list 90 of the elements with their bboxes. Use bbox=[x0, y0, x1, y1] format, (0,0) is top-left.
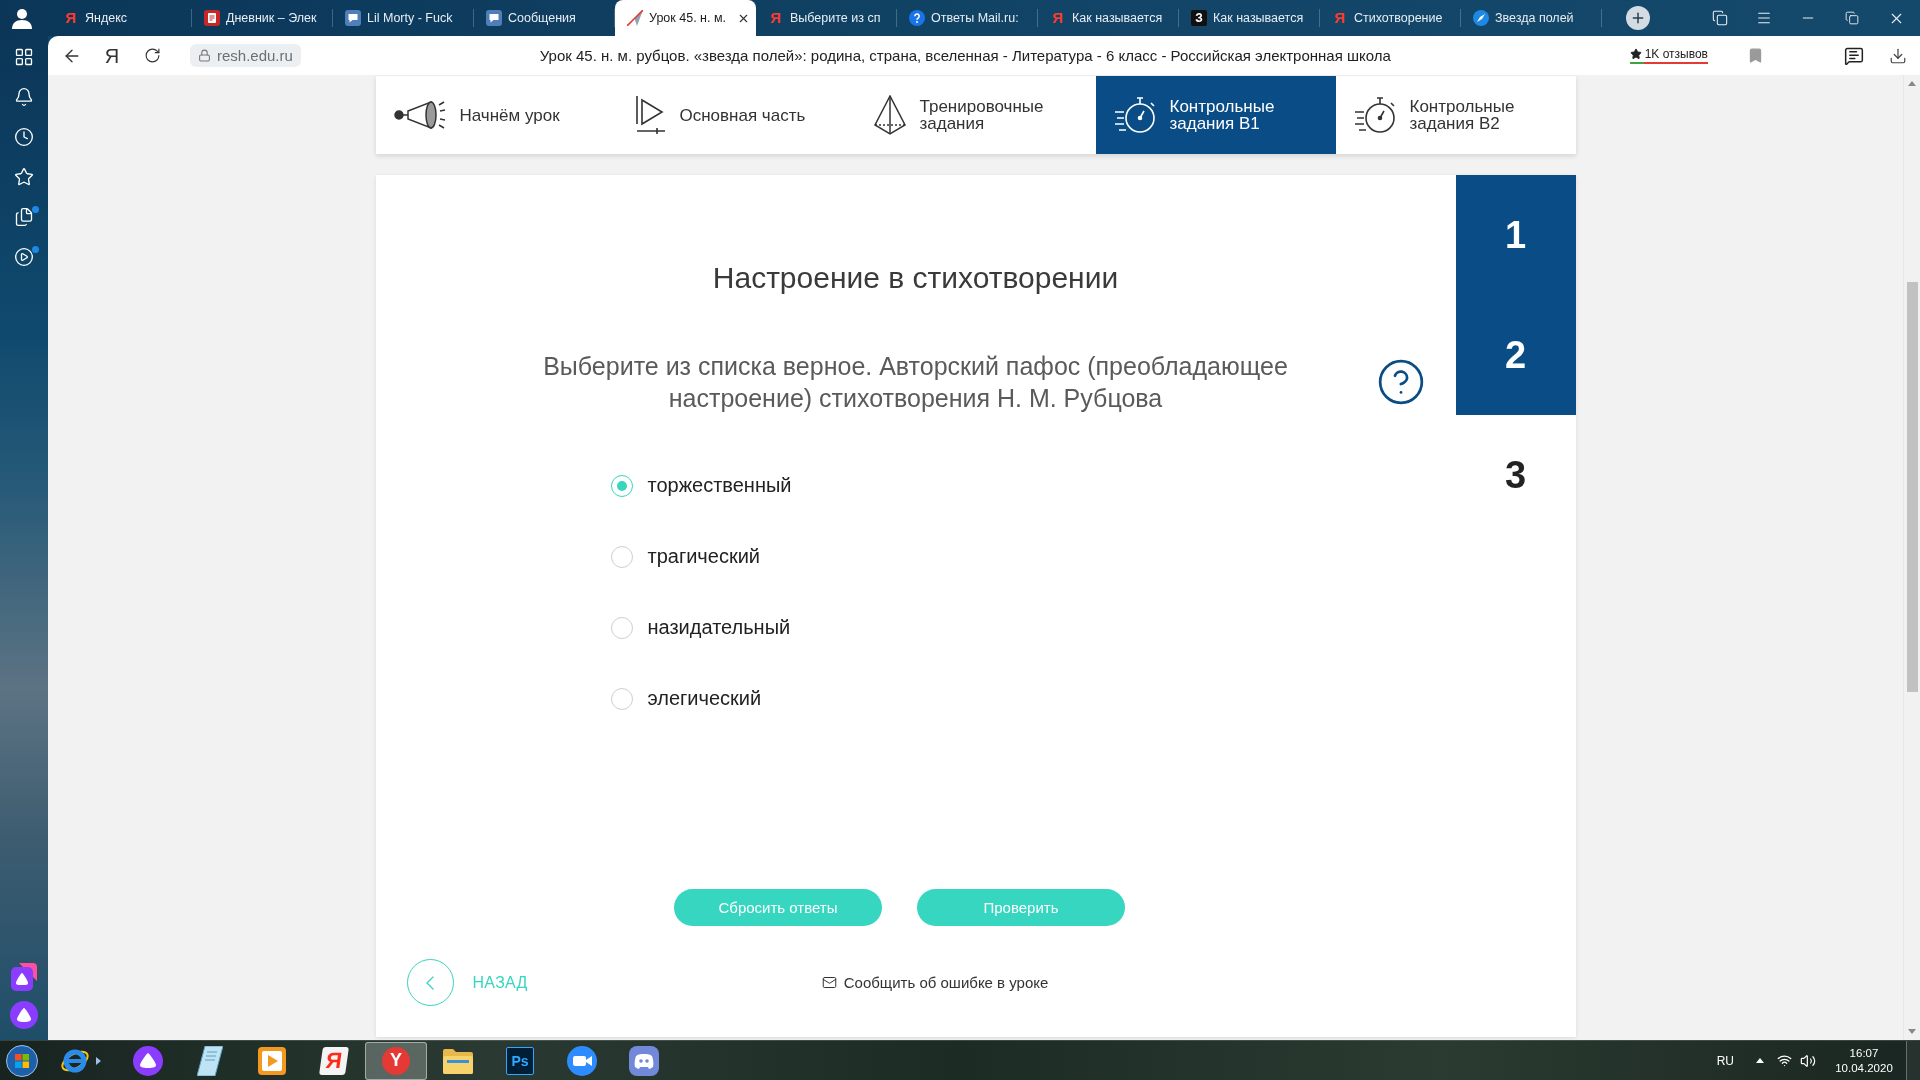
option-label: торжественный bbox=[647, 474, 792, 497]
favicon-letter: Я bbox=[64, 10, 78, 26]
browser-tab[interactable]: Сообщения bbox=[474, 0, 615, 36]
restore-icon[interactable] bbox=[1845, 11, 1859, 25]
lesson-tab[interactable]: Контрольные задания В2 bbox=[1335, 76, 1576, 154]
speech-bubble-icon[interactable] bbox=[1844, 45, 1864, 66]
new-tab-button[interactable] bbox=[1626, 6, 1650, 30]
favicon-letter: Я bbox=[1051, 10, 1065, 26]
controller-face-icon bbox=[629, 1045, 659, 1076]
browser-tab[interactable]: Я Выберите из сп bbox=[756, 0, 897, 36]
lesson-tab[interactable]: Основная часть bbox=[615, 76, 856, 154]
task-number-tab[interactable]: 1 bbox=[1455, 175, 1576, 295]
lock-icon bbox=[198, 49, 211, 62]
play-screen-icon bbox=[633, 95, 666, 135]
browser-tab[interactable]: Ответы Mail.ru: bbox=[897, 0, 1038, 36]
favicon-letter: Я bbox=[769, 10, 783, 26]
bell-icon[interactable] bbox=[14, 87, 34, 107]
address-field[interactable]: resh.edu.ru bbox=[190, 44, 301, 67]
taskbar-button[interactable]: Ps bbox=[489, 1041, 551, 1080]
language-indicator[interactable]: RU bbox=[1716, 1053, 1734, 1068]
radio-button[interactable] bbox=[610, 474, 633, 497]
question-text: Выберите из списка верное. Авторский пафос (преобладающее настроение) стихотворения Н. М. Рубцова bbox=[542, 351, 1289, 414]
task-number-tab[interactable]: 2 bbox=[1455, 295, 1576, 415]
lesson-tab[interactable]: Контрольные задания В1 bbox=[1095, 76, 1336, 154]
app-logo: Ps bbox=[506, 1046, 534, 1075]
question-circle-icon bbox=[909, 10, 925, 26]
lesson-tab[interactable]: Начнём урок bbox=[375, 76, 616, 154]
browser-tab[interactable]: Урок 45. н. м. bbox=[615, 0, 756, 36]
stopwatch-icon bbox=[1113, 95, 1156, 135]
taskbar-button[interactable]: Y bbox=[365, 1041, 427, 1080]
app-logo: Я bbox=[319, 1046, 349, 1075]
menu-icon[interactable] bbox=[1756, 10, 1772, 26]
triangle-tile-icon[interactable] bbox=[11, 963, 37, 991]
stacked-pages-icon[interactable] bbox=[1712, 10, 1728, 26]
apps-grid-icon[interactable] bbox=[14, 47, 34, 67]
profile-avatar-icon[interactable] bbox=[11, 7, 33, 29]
tablet-icon bbox=[197, 1045, 223, 1076]
scrollbar-thumb[interactable] bbox=[1906, 282, 1918, 692]
cards-icon[interactable] bbox=[14, 207, 34, 227]
plus-icon bbox=[1630, 10, 1646, 26]
document-icon bbox=[204, 10, 220, 26]
scroll-up-icon[interactable] bbox=[1908, 81, 1916, 86]
favicon-letter: Я bbox=[1333, 10, 1347, 26]
chat-bubble-icon bbox=[345, 10, 361, 26]
radio-button[interactable] bbox=[610, 687, 633, 710]
browser-tab[interactable]: Lil Morty - Fuck bbox=[333, 0, 474, 36]
app-logo: Y bbox=[382, 1046, 410, 1075]
folder-icon bbox=[443, 1047, 473, 1074]
tray-expand-icon[interactable] bbox=[1756, 1058, 1764, 1063]
download-icon[interactable] bbox=[1889, 46, 1907, 65]
page-title: Урок 45. н. м. рубцов. «звезда полей»: родина, страна, вселенная - Литература - 6 класс - Российская электронная школа bbox=[538, 47, 1392, 64]
browser-tab[interactable]: Дневник – Элек bbox=[192, 0, 333, 36]
clock[interactable]: 16:07 10.04.2020 bbox=[1828, 1045, 1900, 1076]
compass-icon bbox=[1473, 10, 1489, 26]
network-icon[interactable] bbox=[1776, 1053, 1792, 1068]
play-circle-icon[interactable] bbox=[14, 247, 34, 267]
triangle-circle-icon bbox=[133, 1045, 163, 1076]
option-label: трагический bbox=[647, 545, 760, 568]
browser-tab[interactable]: Я Как называется bbox=[1038, 0, 1179, 36]
logo-button[interactable]: Я bbox=[104, 43, 120, 68]
favicon-letter: З bbox=[1191, 10, 1207, 26]
paper-plane-icon bbox=[627, 10, 643, 26]
browser-tab[interactable]: Звезда полей bbox=[1461, 0, 1602, 36]
scroll-down-icon[interactable] bbox=[1908, 1029, 1916, 1034]
browser-tab[interactable]: З Как называется bbox=[1179, 0, 1320, 36]
task-title: Настроение в стихотворении bbox=[711, 260, 1120, 296]
play-tile-icon bbox=[258, 1046, 286, 1075]
show-desktop-button[interactable] bbox=[1906, 1040, 1920, 1080]
radio-button[interactable] bbox=[610, 616, 633, 639]
browser-tab[interactable]: Я Стихотворение bbox=[1320, 0, 1461, 36]
expand-arrow-icon bbox=[96, 1056, 101, 1065]
star-icon bbox=[1629, 48, 1642, 60]
chat-bubble-icon bbox=[486, 10, 502, 26]
mail-icon bbox=[821, 975, 837, 990]
start-orb-icon[interactable] bbox=[6, 1044, 38, 1077]
radio-button[interactable] bbox=[610, 545, 633, 568]
option-label: элегический bbox=[647, 687, 762, 710]
pyramid-icon bbox=[873, 95, 906, 135]
star-icon[interactable] bbox=[14, 167, 34, 187]
report-error-link[interactable]: Сообщить об ошибке в уроке bbox=[821, 974, 1049, 991]
reload-icon[interactable] bbox=[143, 47, 161, 64]
triangle-circle-icon[interactable] bbox=[10, 1001, 38, 1029]
video-camera-icon bbox=[567, 1045, 597, 1076]
browser-tab[interactable]: Я Яндекс bbox=[51, 0, 192, 36]
stopwatch-icon bbox=[1353, 95, 1396, 135]
volume-icon[interactable] bbox=[1800, 1052, 1816, 1069]
reviews-link[interactable]: 1K отзывов bbox=[1629, 47, 1708, 64]
clock-icon[interactable] bbox=[14, 127, 34, 147]
option-label: назидательный bbox=[647, 616, 791, 639]
lesson-tab[interactable]: Тренировочные задания bbox=[855, 76, 1096, 154]
